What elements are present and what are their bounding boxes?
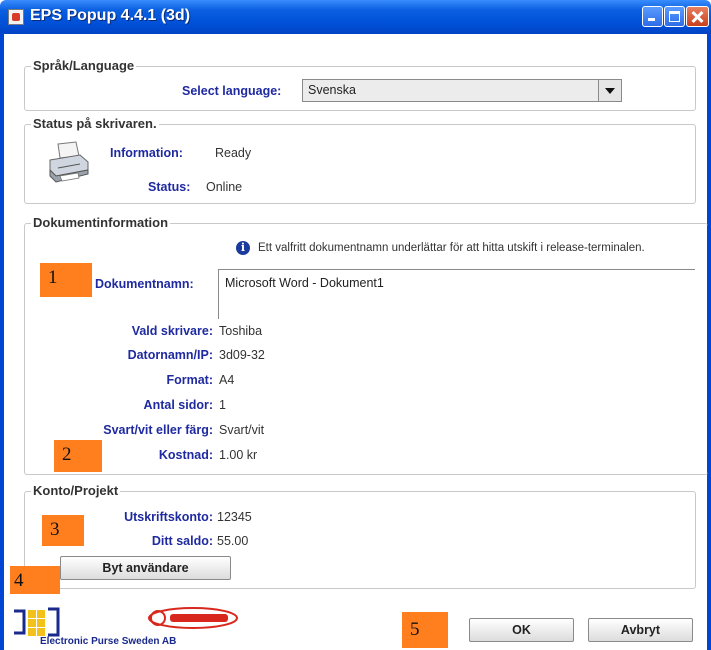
- balance-value: 55.00: [217, 534, 249, 548]
- computer-name-label: Datornamn/IP:: [127, 348, 213, 362]
- printer-icon: [49, 141, 89, 183]
- annotation-marker-2: 2: [54, 440, 102, 472]
- minimize-button[interactable]: [642, 6, 663, 27]
- title-bar[interactable]: EPS Popup 4.4.1 (3d): [0, 0, 711, 34]
- document-info-legend: Dokumentinformation: [31, 215, 171, 230]
- language-legend: Språk/Language: [31, 58, 137, 73]
- print-account-label: Utskriftskonto:: [124, 510, 213, 524]
- cost-label: Kostnad:: [158, 448, 213, 462]
- printer-status-legend: Status på skrivaren.: [31, 116, 159, 131]
- format-label: Format:: [166, 373, 213, 387]
- print-account-value: 12345: [217, 510, 252, 524]
- status-label: Status:: [148, 180, 191, 194]
- document-name-input[interactable]: Microsoft Word - Dokument1: [218, 269, 695, 319]
- annotation-marker-1: 1: [40, 263, 92, 297]
- window-title: EPS Popup 4.4.1 (3d): [30, 7, 191, 24]
- annotation-marker-4: 4: [10, 566, 60, 594]
- balance-label: Ditt saldo:: [151, 534, 213, 548]
- document-name-value: Microsoft Word - Dokument1: [225, 276, 384, 290]
- eps-popup-window: EPS Popup 4.4.1 (3d) Språk/Language Sele…: [0, 0, 711, 650]
- annotation-marker-5: 5: [402, 612, 448, 648]
- page-count-label: Antal sidor:: [143, 398, 213, 412]
- language-select[interactable]: Svenska: [302, 79, 622, 102]
- information-value: Ready: [215, 146, 252, 160]
- printer-status-group: Status på skrivaren.: [24, 116, 696, 204]
- switch-user-button[interactable]: Byt användare: [60, 556, 231, 580]
- cancel-button[interactable]: Avbryt: [588, 618, 693, 642]
- computer-name-value: 3d09-32: [219, 348, 265, 362]
- document-name-hint: Ett valfritt dokumentnamn underlättar fö…: [258, 242, 645, 254]
- cost-value: 1.00 kr: [219, 448, 258, 462]
- document-name-label: Dokumentnamn:: [95, 277, 194, 291]
- select-language-label: Select language:: [182, 84, 282, 98]
- info-icon: i: [236, 241, 250, 255]
- information-label: Information:: [110, 146, 183, 160]
- color-mode-label: Svart/vit eller färg:: [103, 423, 213, 437]
- electronic-purse-logo-icon: [14, 607, 60, 637]
- page-count-value: 1: [219, 398, 226, 412]
- selected-printer-value: Toshiba: [219, 324, 263, 338]
- window-frame-left: [0, 34, 4, 650]
- language-select-value: Svenska: [308, 83, 356, 97]
- status-value: Online: [206, 180, 243, 194]
- dropdown-arrow-icon[interactable]: [598, 80, 621, 101]
- format-value: A4: [219, 373, 235, 387]
- ok-button[interactable]: OK: [469, 618, 574, 642]
- app-icon: [8, 9, 24, 25]
- close-button[interactable]: [686, 6, 709, 27]
- account-legend: Konto/Projekt: [31, 483, 121, 498]
- maximize-button[interactable]: [664, 6, 685, 27]
- annotation-marker-3: 3: [42, 515, 84, 546]
- carladis-logo-icon: [148, 607, 238, 629]
- selected-printer-label: Vald skrivare:: [131, 324, 213, 338]
- electronic-purse-logo-text: Electronic Purse Sweden AB: [40, 636, 177, 647]
- color-mode-value: Svart/vit: [219, 423, 265, 437]
